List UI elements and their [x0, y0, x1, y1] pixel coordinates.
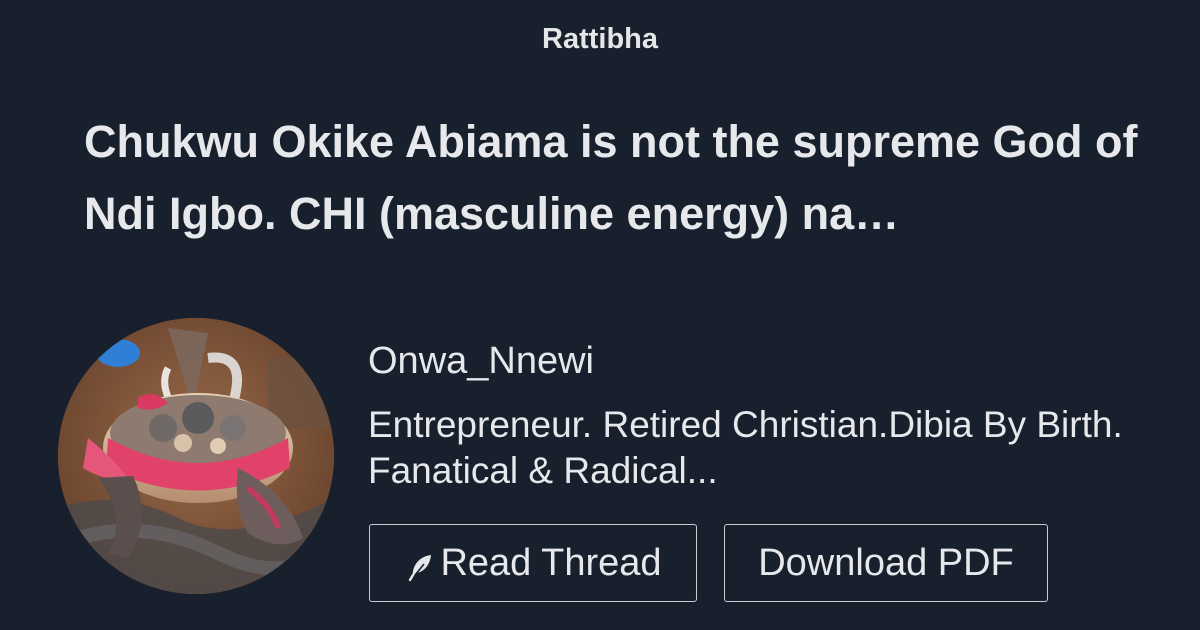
- read-thread-label: Read Thread: [440, 541, 662, 584]
- feather-icon: [404, 550, 438, 584]
- brand-title: Rattibha: [542, 23, 658, 55]
- avatar: [58, 318, 334, 594]
- author-username[interactable]: Onwa_Nnewi: [368, 338, 594, 384]
- avatar-image: [58, 318, 334, 594]
- thread-title: Chukwu Okike Abiama is not the supreme G…: [84, 116, 1138, 239]
- read-thread-button[interactable]: Read Thread: [369, 524, 697, 602]
- author-bio: Entrepreneur. Retired Christian.Dibia By…: [368, 404, 1123, 491]
- download-pdf-button[interactable]: Download PDF: [724, 524, 1048, 602]
- download-pdf-label: Download PDF: [758, 541, 1014, 584]
